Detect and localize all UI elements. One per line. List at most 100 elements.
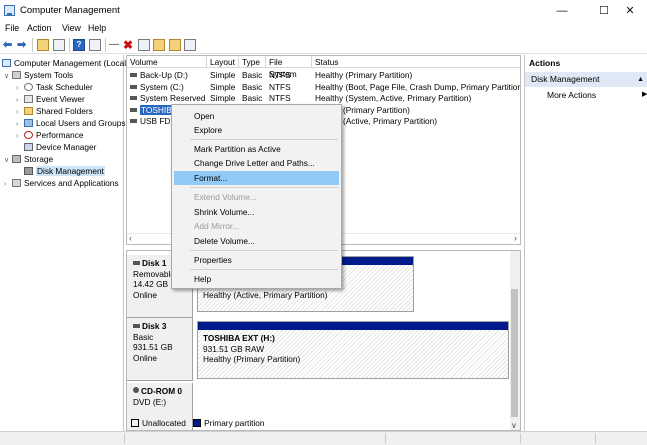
- search-folder-icon[interactable]: [169, 39, 181, 51]
- users-icon: [24, 119, 33, 127]
- tree-disk-management[interactable]: Disk Management: [16, 165, 105, 177]
- drive-icon: [130, 107, 137, 112]
- collapse-icon[interactable]: ∨: [4, 155, 12, 167]
- disk-icon: [133, 261, 140, 265]
- back-arrow-icon[interactable]: ⬅: [3, 39, 15, 51]
- table-row[interactable]: Back-Up (D:) Simple Basic NTFS Healthy (…: [127, 70, 520, 82]
- folder-up-icon[interactable]: [153, 39, 165, 51]
- menu-item-delete-volume[interactable]: Delete Volume...: [174, 234, 339, 248]
- drive-icon: [130, 73, 137, 77]
- menu-separator: [190, 269, 338, 270]
- view-list-icon[interactable]: [184, 39, 196, 51]
- menu-separator: [190, 187, 338, 188]
- tree-storage[interactable]: ∨ Storage: [4, 153, 53, 165]
- computer-icon: [2, 59, 11, 67]
- menu-item-open[interactable]: Open: [174, 109, 339, 123]
- tree-event-viewer[interactable]: › Event Viewer: [16, 93, 85, 105]
- menu-item-explore[interactable]: Explore: [174, 123, 339, 137]
- services-icon: [12, 179, 21, 187]
- column-header-file-system[interactable]: File System: [266, 56, 312, 79]
- unallocated-swatch: [131, 419, 139, 427]
- cd-icon: [133, 387, 139, 393]
- more-actions[interactable]: More Actions ▶: [547, 90, 647, 100]
- menu-separator: [190, 139, 338, 140]
- column-header-volume[interactable]: Volume: [127, 56, 207, 68]
- disk-management-icon: [24, 167, 33, 175]
- menu-item-help[interactable]: Help: [174, 272, 339, 286]
- clock-icon: [24, 83, 33, 91]
- toolbar-separator: [105, 38, 106, 52]
- close-button[interactable]: ✕: [613, 0, 647, 22]
- shared-folder-icon: [24, 107, 33, 115]
- disk-icon: [133, 324, 140, 328]
- column-header-layout[interactable]: Layout: [207, 56, 239, 68]
- scroll-right-icon[interactable]: ›: [514, 233, 517, 243]
- menu-bar: File Action View Help: [0, 22, 647, 36]
- menu-item-mark-active[interactable]: Mark Partition as Active: [174, 142, 339, 156]
- tree-device-manager[interactable]: Device Manager: [16, 141, 96, 153]
- forward-arrow-icon[interactable]: ➡: [17, 39, 29, 51]
- tree-local-users[interactable]: › Local Users and Groups: [16, 117, 125, 129]
- menu-item-extend-volume: Extend Volume...: [194, 192, 257, 202]
- drive-icon: [130, 84, 137, 89]
- scroll-left-icon[interactable]: ‹: [129, 233, 132, 243]
- submenu-arrow-icon: ▶: [642, 91, 647, 98]
- delete-icon[interactable]: ✖: [123, 39, 135, 51]
- menu-item-properties[interactable]: Properties: [174, 253, 339, 267]
- tree-system-tools[interactable]: ∨ System Tools: [4, 69, 73, 81]
- table-row[interactable]: System (C:) Simple Basic NTFS Healthy (B…: [127, 82, 520, 94]
- column-header-status[interactable]: Status: [312, 56, 520, 68]
- collapse-icon[interactable]: ∨: [4, 71, 12, 83]
- toolbar-separator: [69, 38, 70, 52]
- menu-action[interactable]: Action: [27, 23, 51, 33]
- help-icon[interactable]: ?: [73, 39, 85, 51]
- status-bar: [0, 431, 647, 445]
- navigation-tree: Computer Management (Local ∨ System Tools…: [0, 55, 126, 445]
- properties-icon[interactable]: [89, 39, 101, 51]
- tree-task-scheduler[interactable]: › Task Scheduler: [16, 81, 93, 93]
- primary-partition-swatch: [193, 419, 202, 427]
- menu-item-shrink-volume[interactable]: Shrink Volume...: [174, 205, 339, 219]
- disk-3-label[interactable]: Disk 3 Basic 931.51 GB Online: [127, 318, 193, 381]
- performance-icon: [24, 131, 33, 139]
- device-manager-icon: [24, 143, 33, 151]
- minimize-button[interactable]: —: [545, 0, 579, 22]
- actions-header: Actions: [529, 58, 561, 68]
- scroll-thumb[interactable]: [511, 289, 518, 417]
- tree-performance[interactable]: › Performance: [16, 129, 84, 141]
- drive-icon: [130, 96, 137, 100]
- storage-icon: [12, 155, 21, 163]
- expand-icon[interactable]: ›: [4, 179, 12, 191]
- toolbar-separator: [32, 38, 33, 52]
- window-title: Computer Management: [20, 5, 120, 16]
- column-header-type[interactable]: Type: [239, 56, 266, 68]
- legend: Unallocated Primary partition: [126, 416, 521, 430]
- show-hide-tree-icon[interactable]: [53, 39, 65, 51]
- table-row[interactable]: System Reserved Simple Basic NTFS Health…: [127, 93, 520, 105]
- check-icon[interactable]: [138, 39, 150, 51]
- tools-icon: [12, 71, 21, 79]
- connect-icon[interactable]: ―: [109, 39, 121, 51]
- actions-disk-management[interactable]: Disk Management ▲: [525, 72, 647, 87]
- menu-help[interactable]: Help: [88, 23, 106, 33]
- menu-item-add-mirror: Add Mirror...: [194, 221, 240, 231]
- actions-pane: Actions Disk Management ▲ More Actions ▶: [524, 55, 647, 445]
- event-viewer-icon: [24, 95, 33, 103]
- collapse-up-icon[interactable]: ▲: [637, 72, 644, 87]
- drive-icon: [130, 119, 137, 123]
- menu-item-change-drive-letter[interactable]: Change Drive Letter and Paths...: [174, 156, 339, 170]
- title-bar: Computer Management — ☐ ✕: [0, 0, 647, 22]
- menu-file[interactable]: File: [5, 23, 19, 33]
- menu-view[interactable]: View: [62, 23, 81, 33]
- context-menu: Open Explore Mark Partition as Active Ch…: [171, 104, 342, 289]
- tree-services-applications[interactable]: › Services and Applications: [4, 177, 119, 189]
- computer-management-icon: [4, 5, 15, 16]
- menu-item-format[interactable]: Format...: [174, 171, 339, 185]
- tree-root[interactable]: Computer Management (Local: [2, 57, 126, 69]
- toolbar: ⬅ ➡ ? ― ✖: [0, 36, 647, 54]
- tree-shared-folders[interactable]: › Shared Folders: [16, 105, 93, 117]
- disk-3-partition[interactable]: TOSHIBA EXT (H:) 931.51 GB RAW Healthy (…: [197, 321, 509, 379]
- menu-separator: [190, 250, 338, 251]
- vertical-scrollbar[interactable]: ∨: [510, 251, 520, 430]
- up-folder-icon[interactable]: [37, 39, 49, 51]
